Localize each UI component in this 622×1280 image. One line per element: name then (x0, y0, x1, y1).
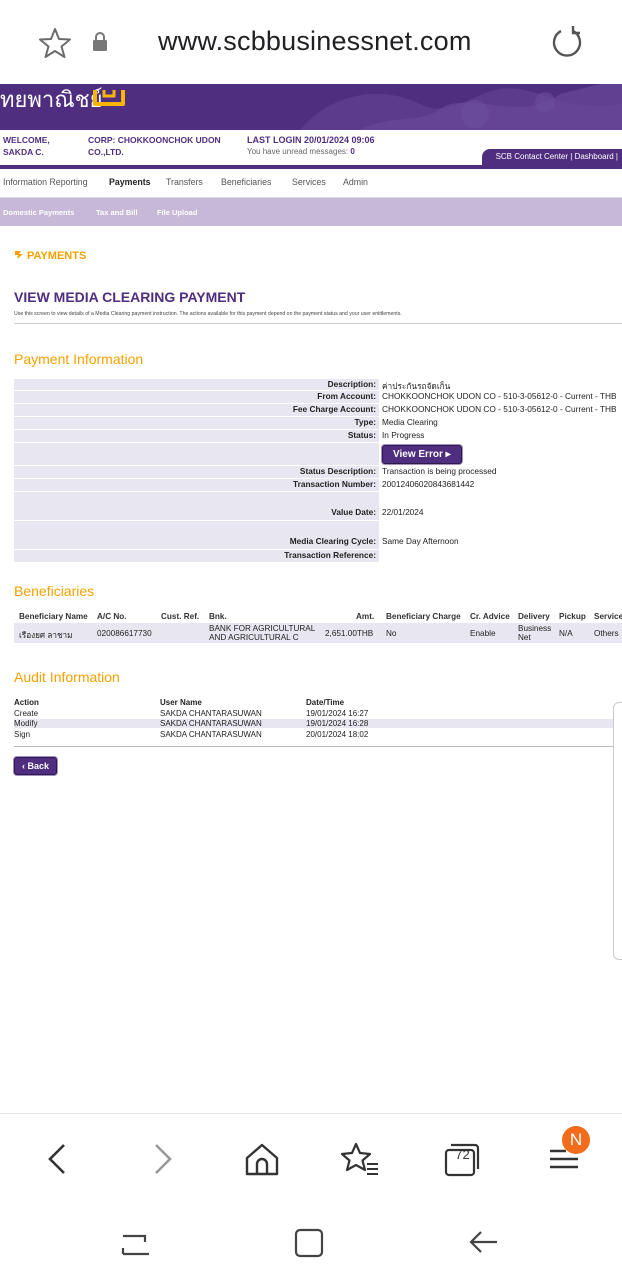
unread-count: 0 (350, 147, 355, 156)
payment-info-heading: Payment Information (14, 351, 144, 367)
home-icon[interactable] (242, 1139, 282, 1179)
audit-row: Create SAKDA CHANTARASUWAN 19/01/2024 16… (14, 709, 369, 718)
forward-arrow-icon[interactable] (142, 1139, 182, 1179)
sub-navigation: Domestic Payments Tax and Bill File Uplo… (0, 198, 622, 226)
home-button-icon[interactable] (290, 1222, 330, 1262)
main-navigation: Information Reporting Payments Transfers… (0, 169, 622, 198)
scb-logo-icon (93, 90, 125, 106)
divider (14, 323, 622, 324)
view-error-button[interactable]: View Error ▸ (382, 445, 462, 464)
subnav-file-upload[interactable]: File Upload (157, 208, 197, 217)
fee-account-value: CHOKKOONCHOK UDON CO - 510-3-05612-0 - C… (379, 404, 622, 416)
nav-payments[interactable]: Payments (109, 177, 151, 187)
transaction-number-value: 20012406020843681442 (379, 479, 622, 491)
from-account-value: CHOKKOONCHOK UDON CO - 510-3-05612-0 - C… (379, 391, 622, 403)
url-text[interactable]: www.scbbusinessnet.com (158, 26, 472, 57)
reload-icon[interactable] (551, 25, 583, 59)
bookmarks-icon[interactable] (340, 1139, 380, 1179)
beneficiaries-heading: Beneficiaries (14, 583, 95, 599)
bookmark-star-icon[interactable] (38, 26, 72, 60)
status-description-value: Transaction is being processed (379, 466, 622, 478)
value-date-value: 22/01/2024 (379, 492, 622, 520)
system-back-icon[interactable] (463, 1222, 503, 1262)
payment-info-table: Description: ค่าประกันรถจัดเก็น From Acco… (14, 379, 622, 563)
description-value: ค่าประกันรถจัดเก็น (379, 379, 622, 390)
welcome-block: WELCOME, SAKDA C. (3, 135, 50, 157)
page-intro-text: Use this screen to view details of a Med… (14, 311, 402, 317)
audit-info-heading: Audit Information (14, 669, 120, 685)
nav-services[interactable]: Services (292, 177, 326, 187)
back-button[interactable]: ‹ Back (14, 757, 58, 775)
recent-apps-icon[interactable] (115, 1222, 155, 1262)
subnav-domestic-payments[interactable]: Domestic Payments (3, 208, 74, 217)
side-panel-handle[interactable] (613, 702, 622, 960)
contact-dashboard-links[interactable]: SCB Contact Center | Dashboard | (481, 149, 622, 165)
site-banner: ทยพาณิชย์ (0, 84, 622, 130)
system-navigation-bar (0, 1203, 622, 1280)
browser-bottom-toolbar (0, 1113, 622, 1204)
audit-row: Modify SAKDA CHANTARASUWAN 19/01/2024 16… (14, 719, 614, 728)
browser-url-bar: www.scbbusinessnet.com (0, 0, 622, 84)
nav-transfers[interactable]: Transfers (166, 177, 203, 187)
status-value: In Progress (379, 430, 622, 442)
corp-block: CORP: CHOKKOONCHOK UDON CO.,LTD. (88, 135, 221, 157)
last-login-block: LAST LOGIN 20/01/2024 09:06 You have unr… (247, 135, 375, 156)
clearing-cycle-value: Same Day Afternoon (379, 521, 622, 549)
transaction-reference-value (379, 550, 622, 562)
page-title: VIEW MEDIA CLEARING PAYMENT (14, 289, 246, 305)
divider (14, 746, 614, 747)
type-value: Media Clearing (379, 417, 622, 429)
bank-brand-text: ทยพาณิชย์ (0, 87, 103, 112)
lock-icon (93, 32, 107, 51)
beneficiary-row[interactable]: เรืองยศ ลาชาม 020086617730 BANK FOR AGRI… (14, 623, 622, 643)
session-info-bar: WELCOME, SAKDA C. CORP: CHOKKOONCHOK UDO… (0, 130, 622, 169)
section-tag: PAYMENTS (14, 250, 86, 262)
payments-section-icon (15, 251, 23, 259)
audit-row: Sign SAKDA CHANTARASUWAN 20/01/2024 18:0… (14, 730, 369, 739)
user-name: SAKDA C. (3, 147, 44, 157)
nav-beneficiaries[interactable]: Beneficiaries (221, 177, 271, 187)
notification-badge: N (562, 1126, 590, 1154)
back-arrow-icon[interactable] (38, 1139, 78, 1179)
beneficiaries-header-row: Beneficiary Name A/C No. Cust. Ref. Bnk.… (19, 612, 622, 621)
tab-count: 72 (455, 1147, 470, 1162)
subnav-tax-and-bill[interactable]: Tax and Bill (96, 208, 138, 217)
nav-admin[interactable]: Admin (343, 177, 368, 187)
nav-information-reporting[interactable]: Information Reporting (3, 177, 88, 187)
